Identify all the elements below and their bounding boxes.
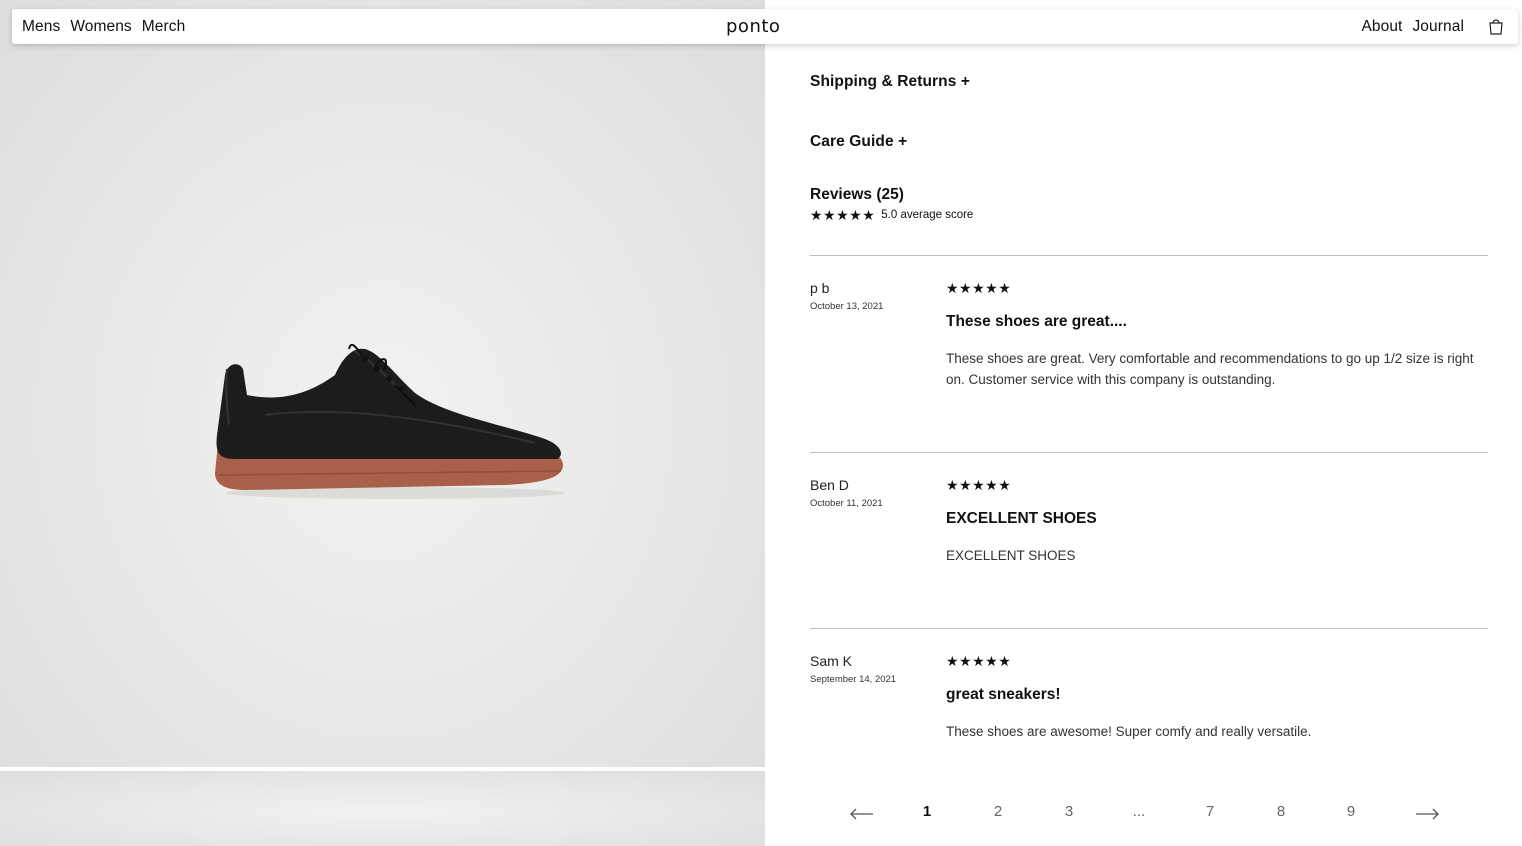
review-item: p b October 13, 2021 ★★★★★ These shoes a… bbox=[810, 255, 1488, 452]
reviews-pagination: 1 2 3 ... 7 8 9 bbox=[850, 803, 1450, 825]
review-item: Ben D October 11, 2021 ★★★★★ EXCELLENT S… bbox=[810, 452, 1488, 628]
product-gallery bbox=[0, 0, 765, 846]
product-details: Shipping & Returns + Care Guide + Review… bbox=[810, 0, 1488, 846]
arrow-right-icon[interactable] bbox=[1415, 808, 1439, 820]
product-image-main[interactable] bbox=[0, 0, 765, 767]
review-author: p b bbox=[810, 280, 830, 296]
nav-mens[interactable]: Mens bbox=[22, 18, 60, 36]
review-date: September 14, 2021 bbox=[810, 674, 897, 685]
review-title: These shoes are great.... bbox=[946, 313, 1127, 330]
average-stars: ★★★★★ bbox=[810, 207, 876, 223]
review-item: Sam K September 14, 2021 ★★★★★ great sne… bbox=[810, 628, 1488, 778]
top-navbar: Mens Womens Merch ponto About Journal bbox=[12, 9, 1518, 44]
average-score: 5.0 average score bbox=[881, 209, 974, 221]
product-image-secondary[interactable] bbox=[0, 771, 765, 846]
review-stars: ★★★★★ bbox=[946, 477, 1012, 493]
shopping-bag-icon[interactable] bbox=[1488, 18, 1504, 35]
shoe-illustration bbox=[215, 343, 565, 499]
review-body: EXCELLENT SHOES bbox=[946, 548, 1076, 563]
review-date: October 13, 2021 bbox=[810, 301, 884, 312]
review-stars: ★★★★★ bbox=[946, 280, 1012, 296]
review-author: Sam K bbox=[810, 653, 853, 669]
shipping-returns-accordion[interactable]: Shipping & Returns + bbox=[810, 73, 970, 91]
nav-journal[interactable]: Journal bbox=[1412, 18, 1464, 36]
review-body: These shoes are awesome! Super comfy and… bbox=[946, 724, 1312, 739]
page-9-button[interactable]: 9 bbox=[1341, 803, 1361, 820]
review-stars: ★★★★★ bbox=[946, 653, 1012, 669]
review-title: great sneakers! bbox=[946, 686, 1061, 703]
nav-womens[interactable]: Womens bbox=[70, 18, 131, 36]
page-8-button[interactable]: 8 bbox=[1271, 803, 1291, 820]
care-guide-accordion[interactable]: Care Guide + bbox=[810, 133, 907, 151]
page-7-button[interactable]: 7 bbox=[1200, 803, 1220, 820]
review-title: EXCELLENT SHOES bbox=[946, 510, 1097, 527]
nav-about[interactable]: About bbox=[1361, 18, 1402, 36]
review-date: October 11, 2021 bbox=[810, 498, 883, 509]
reviews-summary: ★★★★★ 5.0 average score bbox=[810, 208, 973, 222]
brand-logo[interactable]: ponto bbox=[726, 16, 780, 37]
page-1-button[interactable]: 1 bbox=[917, 803, 937, 820]
page-3-button: 3 bbox=[1064, 803, 1074, 820]
review-body: These shoes are great. Very comfortable … bbox=[946, 351, 1474, 387]
nav-right-links: About Journal bbox=[1361, 18, 1464, 36]
arrow-left-icon[interactable] bbox=[850, 808, 874, 820]
nav-merch[interactable]: Merch bbox=[142, 18, 186, 36]
reviews-heading: Reviews (25) bbox=[810, 186, 904, 203]
nav-left-links: Mens Womens Merch bbox=[22, 18, 185, 36]
review-author: Ben D bbox=[810, 477, 849, 493]
page-ellipsis: ... bbox=[1132, 803, 1146, 820]
page-2-button[interactable]: 2 bbox=[988, 803, 1008, 820]
